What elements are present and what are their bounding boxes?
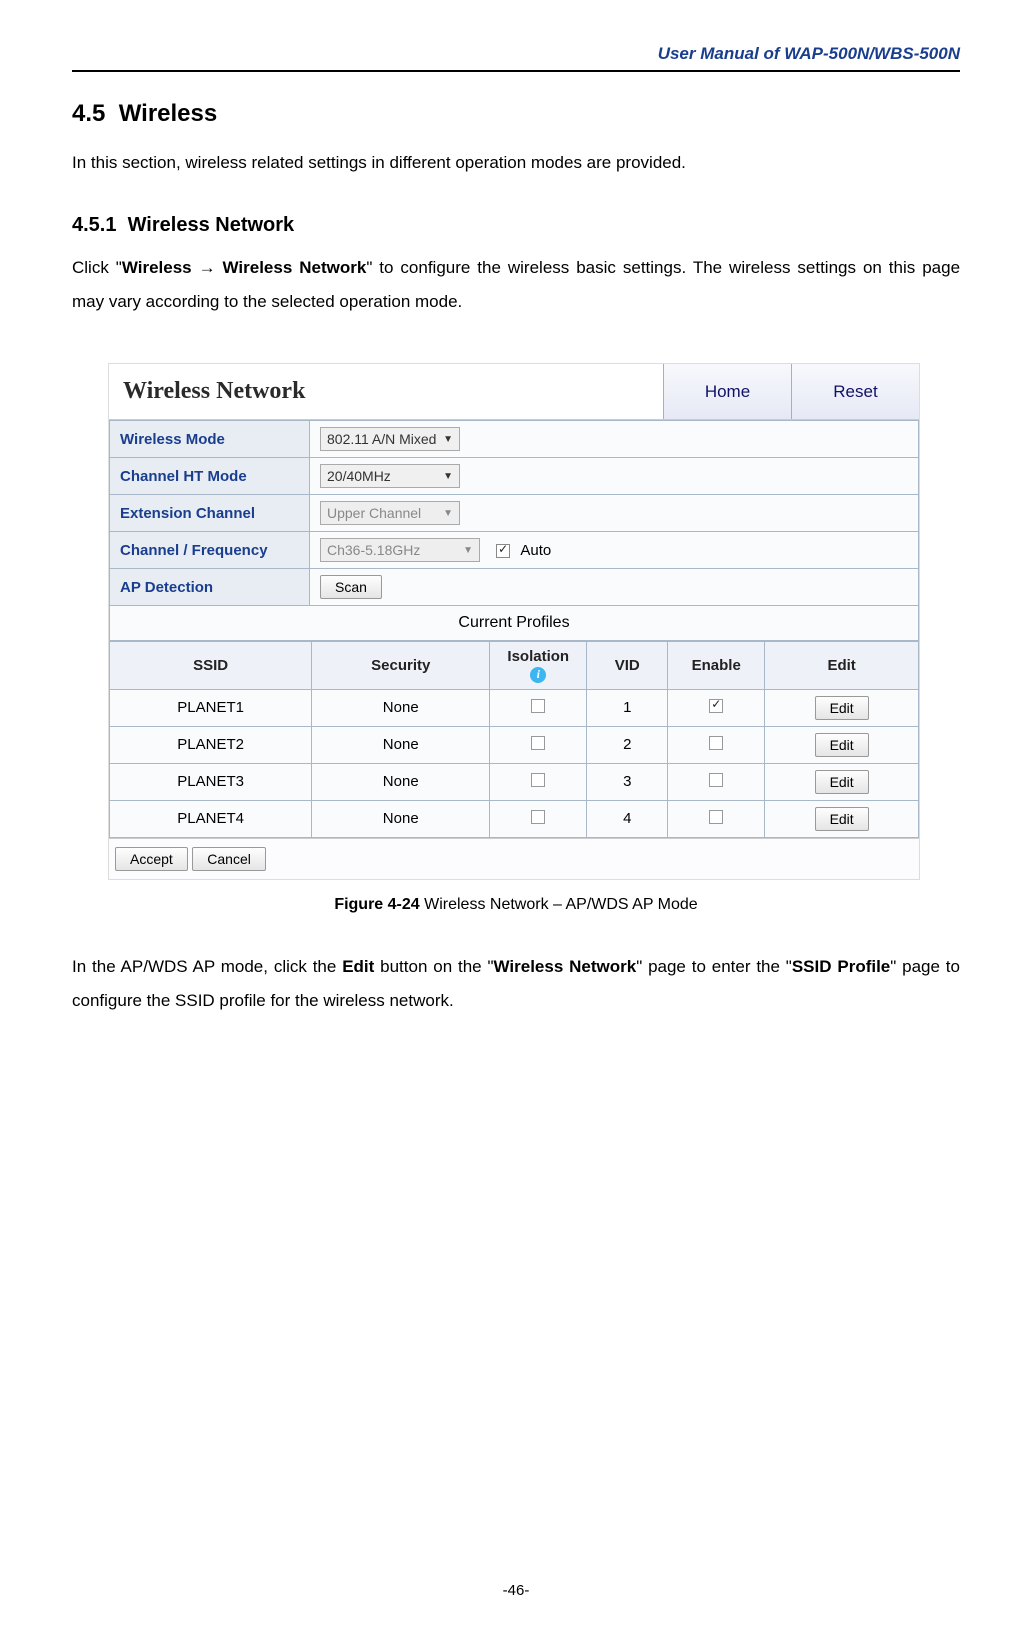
- follow-paragraph: In the AP/WDS AP mode, click the Edit bu…: [72, 950, 960, 1018]
- profile-ssid: PLANET2: [110, 726, 312, 763]
- auto-checkbox[interactable]: [496, 544, 510, 558]
- scan-button[interactable]: Scan: [320, 575, 382, 599]
- profile-ssid: PLANET3: [110, 763, 312, 800]
- page-number: -46-: [0, 1582, 1032, 1599]
- section-intro-paragraph: In this section, wireless related settin…: [72, 146, 960, 180]
- channel-ht-mode-select[interactable]: 20/40MHz ▼: [320, 464, 460, 488]
- section-heading: 4.5 Wireless: [72, 100, 960, 128]
- chevron-down-icon: ▼: [443, 508, 453, 519]
- table-row: PLANET4None 4 Edit: [110, 800, 919, 837]
- profile-vid: 4: [587, 800, 668, 837]
- edit-button[interactable]: Edit: [815, 770, 869, 794]
- ap-detection-label: AP Detection: [110, 569, 310, 606]
- profile-security: None: [312, 800, 490, 837]
- profile-security: None: [312, 689, 490, 726]
- subsection-title: Wireless Network: [128, 214, 295, 236]
- chevron-down-icon: ▼: [443, 471, 453, 482]
- edit-button[interactable]: Edit: [815, 696, 869, 720]
- info-icon[interactable]: i: [530, 667, 546, 683]
- profile-security: None: [312, 763, 490, 800]
- col-enable: Enable: [668, 642, 765, 690]
- current-profiles-header: Current Profiles: [109, 606, 919, 641]
- cancel-button[interactable]: Cancel: [192, 847, 266, 871]
- home-button[interactable]: Home: [663, 364, 791, 419]
- accept-button[interactable]: Accept: [115, 847, 188, 871]
- profiles-table: SSID Security Isolation i VID Enable Edi…: [109, 641, 919, 838]
- figure-caption: Figure 4-24 Wireless Network – AP/WDS AP…: [72, 896, 960, 914]
- enable-checkbox[interactable]: [709, 773, 723, 787]
- profile-vid: 2: [587, 726, 668, 763]
- extension-channel-select[interactable]: Upper Channel ▼: [320, 501, 460, 525]
- edit-button[interactable]: Edit: [815, 733, 869, 757]
- profile-vid: 1: [587, 689, 668, 726]
- reset-button[interactable]: Reset: [791, 364, 919, 419]
- enable-checkbox[interactable]: [709, 736, 723, 750]
- channel-frequency-select[interactable]: Ch36-5.18GHz ▼: [320, 538, 480, 562]
- section-title: Wireless: [119, 100, 218, 127]
- subsection-body-paragraph: Click "Wireless → Wireless Network" to c…: [72, 251, 960, 319]
- enable-checkbox[interactable]: [709, 699, 723, 713]
- subsection-heading: 4.5.1 Wireless Network: [72, 214, 960, 237]
- channel-ht-mode-label: Channel HT Mode: [110, 458, 310, 495]
- profile-security: None: [312, 726, 490, 763]
- wireless-mode-select[interactable]: 802.11 A/N Mixed ▼: [320, 427, 460, 451]
- profile-ssid: PLANET1: [110, 689, 312, 726]
- col-edit: Edit: [765, 642, 919, 690]
- document-header: User Manual of WAP-500N/WBS-500N: [72, 44, 960, 72]
- table-row: PLANET1None 1 Edit: [110, 689, 919, 726]
- profile-vid: 3: [587, 763, 668, 800]
- col-isolation: Isolation i: [490, 642, 587, 690]
- isolation-checkbox[interactable]: [531, 810, 545, 824]
- panel-title: Wireless Network: [109, 378, 663, 405]
- subsection-number: 4.5.1: [72, 214, 116, 236]
- table-row: PLANET3None 3 Edit: [110, 763, 919, 800]
- extension-channel-label: Extension Channel: [110, 495, 310, 532]
- chevron-down-icon: ▼: [463, 545, 473, 556]
- profile-ssid: PLANET4: [110, 800, 312, 837]
- col-ssid: SSID: [110, 642, 312, 690]
- edit-button[interactable]: Edit: [815, 807, 869, 831]
- chevron-down-icon: ▼: [443, 434, 453, 445]
- col-vid: VID: [587, 642, 668, 690]
- auto-label: Auto: [520, 542, 551, 559]
- enable-checkbox[interactable]: [709, 810, 723, 824]
- section-number: 4.5: [72, 100, 105, 127]
- isolation-checkbox[interactable]: [531, 736, 545, 750]
- wireless-network-panel: Wireless Network Home Reset Wireless Mod…: [108, 363, 920, 880]
- channel-frequency-label: Channel / Frequency: [110, 532, 310, 569]
- isolation-checkbox[interactable]: [531, 773, 545, 787]
- col-security: Security: [312, 642, 490, 690]
- wireless-mode-label: Wireless Mode: [110, 421, 310, 458]
- isolation-checkbox[interactable]: [531, 699, 545, 713]
- table-row: PLANET2None 2 Edit: [110, 726, 919, 763]
